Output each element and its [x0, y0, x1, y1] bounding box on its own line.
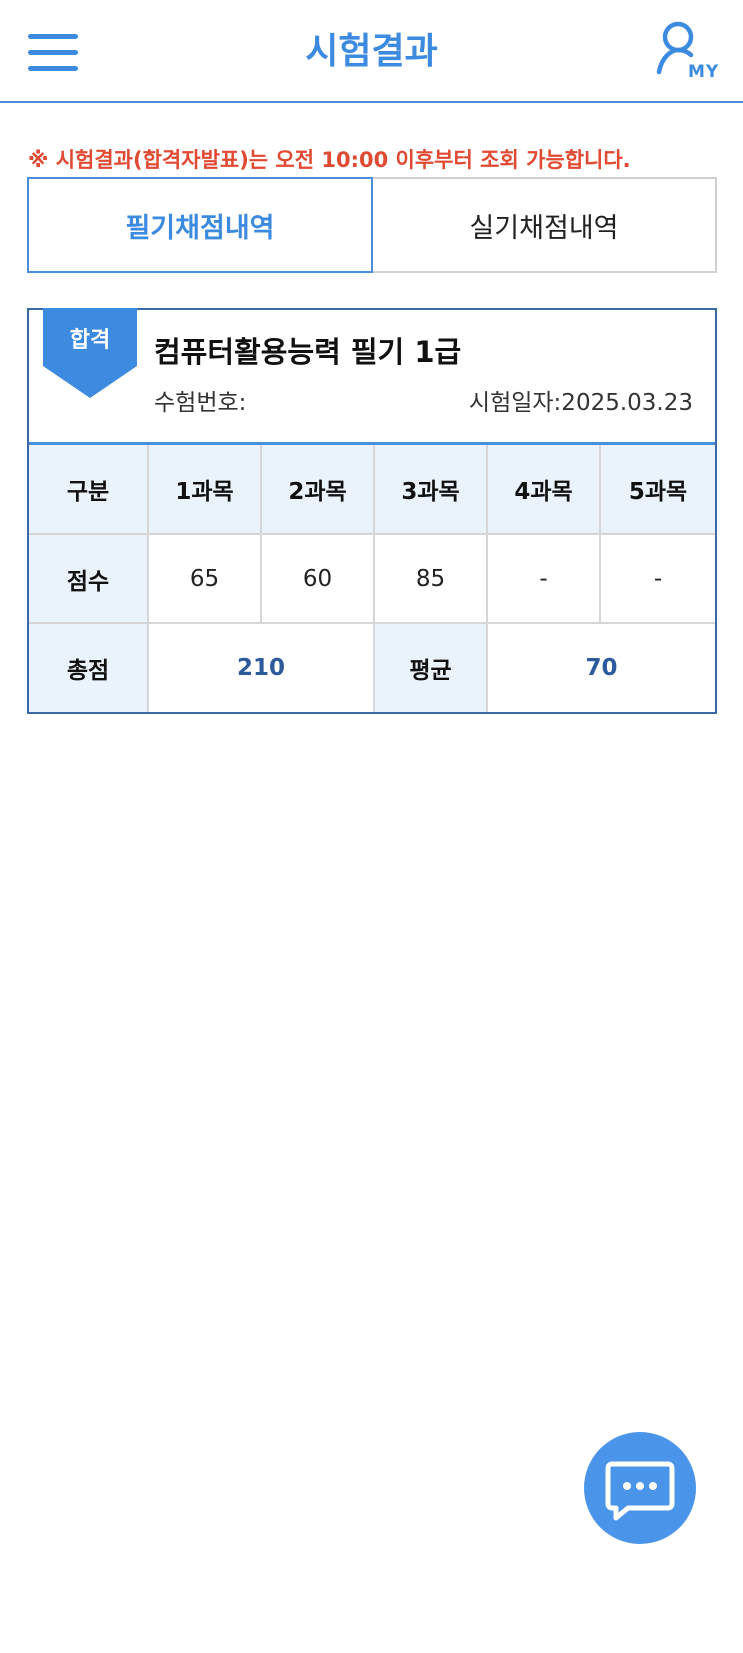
tab-written-scores[interactable]: 필기채점내역 — [27, 177, 373, 273]
result-tabs: 필기채점내역 실기채점내역 — [27, 177, 717, 273]
table-row-totals: 총점 210 평균 70 — [29, 623, 715, 712]
score-subject-3: 85 — [374, 534, 488, 624]
score-subject-4: - — [487, 534, 601, 624]
my-label: MY — [688, 62, 720, 82]
total-score: 210 — [148, 623, 375, 712]
notice-text: ※ 시험결과(합격자발표)는 오전 10:00 이후부터 조회 가능합니다. — [28, 148, 631, 172]
score-subject-5: - — [600, 534, 715, 624]
subject-header-4: 4과목 — [487, 445, 601, 535]
page-title: 시험결과 — [305, 31, 438, 72]
table-row-subjects: 구분 1과목 2과목 3과목 4과목 5과목 — [29, 445, 715, 535]
row-header-average: 평균 — [374, 623, 488, 712]
score-table: 구분 1과목 2과목 3과목 4과목 5과목 점수 65 60 85 - - 총… — [29, 445, 715, 712]
chat-button[interactable] — [584, 1432, 696, 1544]
subject-header-5: 5과목 — [600, 445, 715, 535]
row-header-score: 점수 — [29, 534, 149, 624]
table-row-scores: 점수 65 60 85 - - — [29, 534, 715, 624]
pass-badge: 합격 — [43, 308, 137, 402]
exam-date: 시험일자:2025.03.23 — [468, 390, 693, 416]
tab-practical-scores[interactable]: 실기채점내역 — [373, 177, 717, 273]
row-header-total: 총점 — [29, 623, 149, 712]
hamburger-menu-icon[interactable] — [28, 32, 78, 72]
score-subject-2: 60 — [261, 534, 375, 624]
menu-bar-top — [28, 34, 78, 39]
chat-bubble-icon — [605, 1461, 675, 1521]
result-card: 합격 컴퓨터활용능력 필기 1급 수험번호: 시험일자:2025.03.23 구… — [27, 308, 717, 714]
page: 시험결과 MY ※ 시험결과(합격자발표)는 오전 10:00 이후부터 조회 … — [0, 0, 743, 1653]
subject-header-2: 2과목 — [261, 445, 375, 535]
menu-bar-middle — [28, 50, 78, 55]
pass-status-text: 합격 — [69, 328, 111, 353]
result-card-header: 합격 컴퓨터활용능력 필기 1급 수험번호: 시험일자:2025.03.23 — [29, 308, 715, 445]
score-subject-1: 65 — [148, 534, 262, 624]
app-header: 시험결과 MY — [0, 0, 743, 103]
menu-bar-bottom — [28, 66, 78, 71]
average-score: 70 — [487, 623, 715, 712]
subject-header-1: 1과목 — [148, 445, 262, 535]
row-header-category: 구분 — [29, 445, 149, 535]
my-page-button[interactable]: MY — [656, 20, 726, 86]
exam-name: 컴퓨터활용능력 필기 1급 — [154, 335, 462, 369]
exam-number: 수험번호: — [154, 390, 247, 416]
subject-header-3: 3과목 — [374, 445, 488, 535]
